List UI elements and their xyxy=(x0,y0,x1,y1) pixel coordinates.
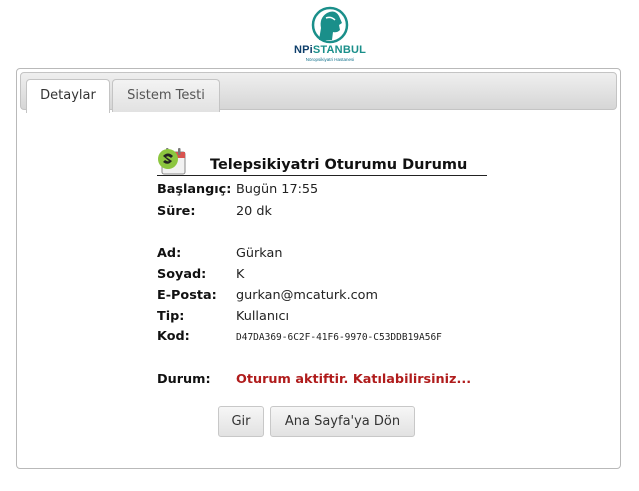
logo-name-suffix: STANBUL xyxy=(312,44,367,56)
code-value: D47DA369-6C2F-41F6-9970-C53DDB19A56F xyxy=(236,332,442,343)
duration-label: Süre: xyxy=(157,204,196,219)
type-value: Kullanıcı xyxy=(236,309,290,324)
start-label: Başlangıç: xyxy=(157,182,232,197)
session-title-row: Telepsikiyatri Oturumu Durumu xyxy=(157,145,487,176)
status-value: Oturum aktiftir. Katılabilirsiniz... xyxy=(236,372,472,387)
email-value: gurkan@mcaturk.com xyxy=(236,288,378,303)
back-home-button[interactable]: Ana Sayfa'ya Dön xyxy=(270,406,415,437)
start-value: Bugün 17:55 xyxy=(236,182,319,197)
status-label: Durum: xyxy=(157,372,211,387)
last-name-value: K xyxy=(236,267,245,282)
first-name-value: Gürkan xyxy=(236,246,283,261)
logo-name-prefix: NPi xyxy=(293,44,313,56)
npistanbul-logo: NPiSTANBUL Nöropsikiyatri Hastanesi xyxy=(290,6,370,62)
calendar-app-icon xyxy=(158,148,186,175)
logo-subtitle: Nöropsikiyatri Hastanesi xyxy=(305,57,355,62)
join-button[interactable]: Gir xyxy=(218,406,264,437)
logo-name: NPiSTANBUL xyxy=(290,44,370,56)
tab-details[interactable]: Detaylar xyxy=(26,79,110,113)
session-title: Telepsikiyatri Oturumu Durumu xyxy=(210,157,468,173)
first-name-label: Ad: xyxy=(157,246,182,261)
email-label: E-Posta: xyxy=(157,288,217,303)
duration-value: 20 dk xyxy=(236,204,272,219)
head-silhouette-icon xyxy=(311,6,349,44)
tab-bar: Detaylar Sistem Testi xyxy=(20,72,617,113)
code-label: Kod: xyxy=(157,329,190,344)
last-name-label: Soyad: xyxy=(157,267,207,282)
tab-system-test[interactable]: Sistem Testi xyxy=(112,79,220,112)
type-label: Tip: xyxy=(157,309,185,324)
